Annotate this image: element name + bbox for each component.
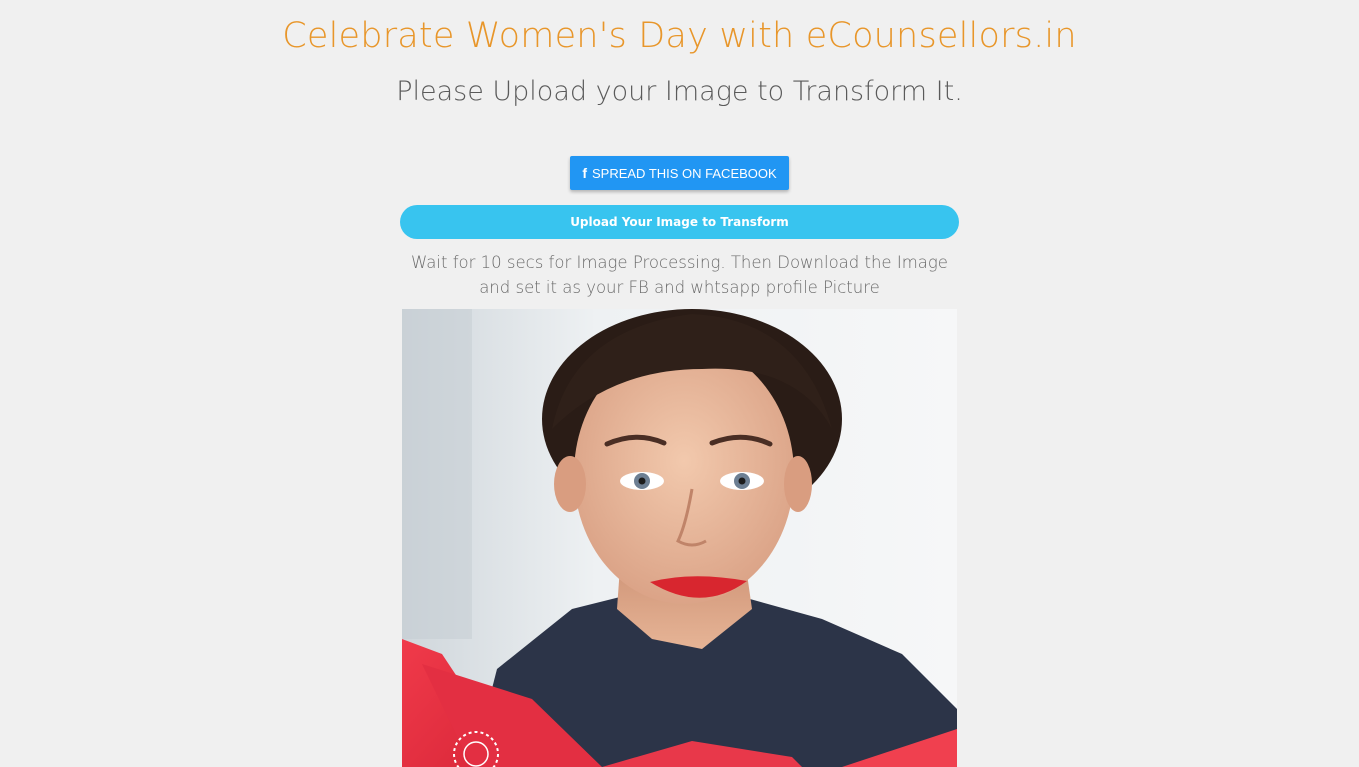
portrait-photo bbox=[402, 309, 957, 767]
page-subtitle: Please Upload your Image to Transform It… bbox=[396, 76, 963, 107]
upload-image-button[interactable]: Upload Your Image to Transform bbox=[400, 205, 959, 239]
transformed-image-preview bbox=[402, 309, 957, 767]
facebook-icon: f bbox=[582, 165, 587, 181]
facebook-share-label: SPREAD THIS ON FACEBOOK bbox=[591, 165, 777, 181]
page: Celebrate Women's Day with eCounsellors.… bbox=[0, 0, 1359, 767]
page-title: Celebrate Women's Day with eCounsellors.… bbox=[282, 16, 1077, 56]
processing-instructions: Wait for 10 secs for Image Processing. T… bbox=[400, 250, 959, 300]
instructions-line-2: and set it as your FB and whtsapp profil… bbox=[479, 278, 880, 297]
instructions-line-1: Wait for 10 secs for Image Processing. T… bbox=[411, 253, 948, 272]
facebook-share-button[interactable]: f SPREAD THIS ON FACEBOOK bbox=[570, 156, 789, 190]
